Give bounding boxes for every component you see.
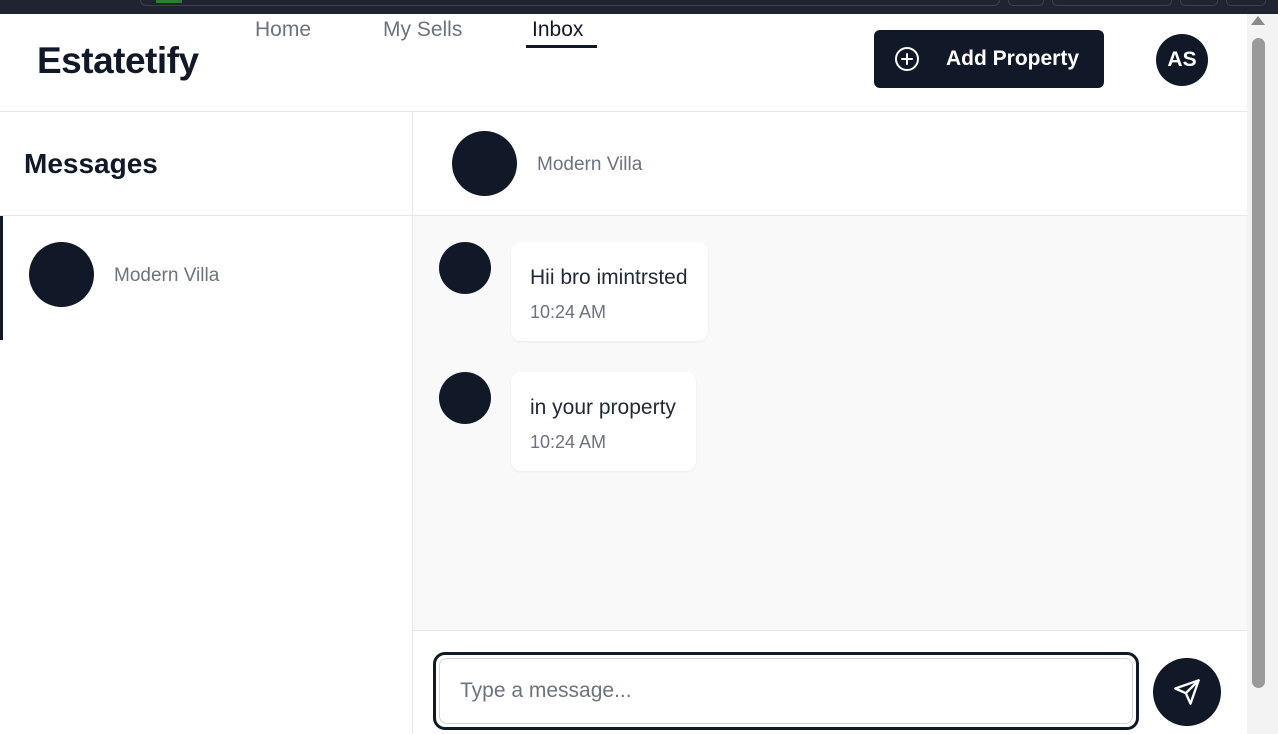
nav-inbox[interactable]: Inbox [532,18,583,42]
message-avatar [439,242,491,294]
send-button[interactable] [1153,658,1221,726]
messages-sidebar: Messages Modern Villa [0,112,413,734]
browser-address-bar[interactable] [140,0,1000,6]
browser-tab-favicon [156,0,182,3]
add-property-button[interactable]: Add Property [874,30,1104,88]
message-input-focus-ring [433,652,1139,730]
nav-active-indicator [526,45,597,48]
nav-my-sells[interactable]: My Sells [383,18,462,42]
conversation-name: Modern Villa [114,265,220,286]
top-navbar: Estatetify Home My Sells Inbox Add Prope… [0,14,1247,112]
nav-home[interactable]: Home [255,18,311,42]
chat-header-avatar [452,131,517,196]
send-icon [1174,679,1200,705]
conversation-avatar [29,242,94,307]
message-time: 10:24 AM [530,432,607,452]
browser-toolbar-button[interactable] [1226,0,1266,6]
messages-title: Messages [24,148,158,179]
chat-header: Modern Villa [413,112,1247,216]
chat-title: Modern Villa [537,154,643,175]
browser-toolbar-button[interactable] [1052,0,1172,6]
message-bubble: in your property 10:24 AM [511,372,696,471]
add-property-label: Add Property [946,47,1080,70]
scroll-up-arrow-icon[interactable] [1251,16,1265,25]
conversation-item[interactable]: Modern Villa [0,216,412,340]
plus-circle-icon [895,47,919,71]
browser-toolbar-button[interactable] [1008,0,1044,6]
message-text: Hii bro imintrsted [530,266,688,289]
message-text: in your property [530,396,676,419]
message-bubble: Hii bro imintrsted 10:24 AM [511,242,708,341]
message-time: 10:24 AM [530,302,607,322]
message-avatar [439,372,491,424]
page-scrollbar[interactable] [1247,14,1278,734]
chat-panel: Modern Villa Hii bro imintrsted 10:24 AM… [413,112,1247,734]
message-composer [413,630,1247,734]
user-avatar[interactable]: AS [1156,34,1208,86]
browser-chrome [0,0,1278,14]
brand-logo[interactable]: Estatetify [37,40,199,82]
browser-toolbar-button[interactable] [1180,0,1218,6]
scrollbar-thumb[interactable] [1252,38,1265,688]
message-input[interactable] [439,658,1133,724]
